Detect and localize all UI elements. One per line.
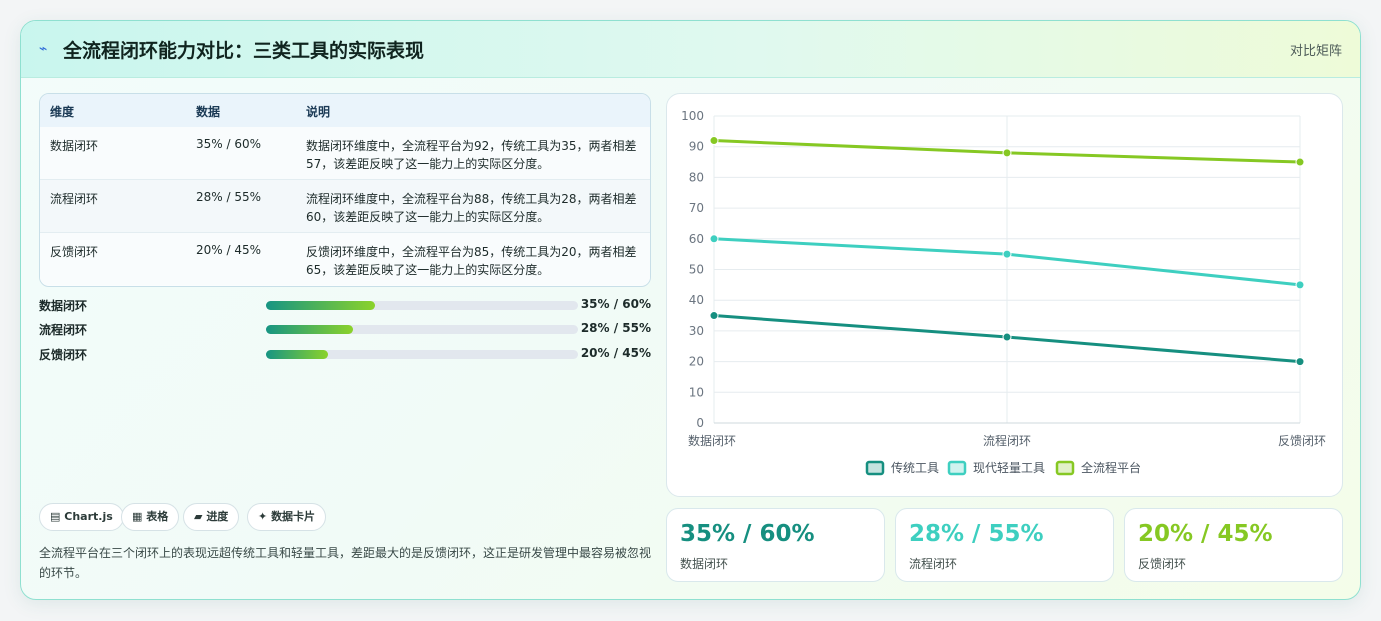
data-point: [709, 311, 719, 321]
kpi-value: 35% / 60%: [680, 521, 815, 547]
kpi-card: 35% / 60% 数据闭环: [666, 508, 885, 582]
kpi-label: 反馈闭环: [1138, 557, 1187, 571]
progress-track: [266, 301, 578, 310]
data-point: [1295, 280, 1305, 290]
progress-value: 35% / 60%: [580, 297, 651, 311]
table-icon: ▦: [132, 510, 143, 523]
progress-fill: [266, 350, 329, 359]
chip-table[interactable]: ▦ 表格: [121, 503, 180, 531]
progress-label: 流程闭环: [39, 323, 88, 337]
comparison-table: 维度 数据 说明 数据闭环 35% / 60% 数据闭环维度中，全流程平台为92…: [39, 93, 651, 287]
progress-track: [266, 325, 578, 334]
table-header-data: 数据: [196, 105, 221, 119]
x-tick-label: 流程闭环: [983, 433, 1031, 448]
legend-label: 传统工具: [891, 460, 939, 475]
card-icon: ✦: [258, 510, 268, 523]
progress-fill: [266, 325, 354, 334]
table-cell-desc: 数据闭环维度中，全流程平台为92，传统工具为35，两者相差57，该差距反映了这一…: [306, 139, 637, 171]
kpi-card: 28% / 55% 流程闭环: [895, 508, 1114, 582]
summary-text: 全流程平台在三个闭环上的表现远超传统工具和轻量工具，差距最大的是反馈闭环，这正是…: [39, 546, 652, 580]
progress-row: 反馈闭环 20% / 45%: [39, 345, 651, 363]
y-tick-label: 90: [689, 140, 704, 154]
legend-swatch: [1055, 460, 1075, 476]
matrix-tag[interactable]: 对比矩阵: [1290, 40, 1342, 59]
y-tick-label: 20: [689, 355, 704, 369]
y-tick-label: 0: [696, 416, 704, 430]
chip-label: Chart.js: [64, 510, 113, 523]
chip-chartjs[interactable]: ▤ Chart.js: [39, 503, 124, 531]
comparison-card: ⌁ 全流程闭环能力对比：三类工具的实际表现 对比矩阵 维度 数据 说明 数据闭环…: [20, 20, 1361, 600]
table-cell-dimension: 流程闭环: [50, 192, 99, 206]
kpi-label: 数据闭环: [680, 557, 729, 571]
kpi-value: 20% / 45%: [1138, 521, 1273, 547]
data-point: [709, 136, 719, 146]
table-cell-desc: 反馈闭环维度中，全流程平台为85，传统工具为20，两者相差65，该差距反映了这一…: [306, 245, 637, 277]
data-point: [1002, 332, 1012, 342]
x-tick-label: 数据闭环: [688, 433, 736, 448]
progress-value: 20% / 45%: [580, 346, 651, 360]
y-tick-label: 100: [681, 109, 704, 123]
legend-swatch: [865, 460, 885, 476]
y-tick-label: 70: [689, 201, 704, 215]
chip-label: 数据卡片: [271, 510, 316, 523]
x-tick-label: 反馈闭环: [1278, 434, 1326, 448]
card-header: ⌁ 全流程闭环能力对比：三类工具的实际表现 对比矩阵: [21, 21, 1360, 78]
page-title: 全流程闭环能力对比：三类工具的实际表现: [63, 40, 425, 62]
table-row: 反馈闭环 20% / 45% 反馈闭环维度中，全流程平台为85，传统工具为20，…: [40, 233, 650, 285]
table-row: 流程闭环 28% / 55% 流程闭环维度中，全流程平台为88，传统工具为28，…: [40, 180, 650, 233]
chip-data-card[interactable]: ✦ 数据卡片: [247, 503, 327, 531]
progress-fill: [266, 301, 376, 310]
table-header-row: 维度 数据 说明: [40, 94, 650, 128]
y-tick-label: 30: [689, 324, 704, 338]
y-tick-label: 10: [689, 385, 704, 399]
table-row: 数据闭环 35% / 60% 数据闭环维度中，全流程平台为92，传统工具为35，…: [40, 127, 650, 180]
chart-icon: ▤: [50, 510, 61, 523]
table-cell-desc: 流程闭环维度中，全流程平台为88，传统工具为28，两者相差60，该差距反映了这一…: [306, 192, 637, 224]
progress-label: 反馈闭环: [39, 348, 88, 362]
legend-label: 全流程平台: [1081, 460, 1141, 475]
table-cell-dimension: 数据闭环: [50, 139, 99, 153]
table-header-desc: 说明: [306, 105, 331, 119]
line-chart: 0 10 20 30 40 50 60 70 80 90 100 数据闭环 流程闭环 反馈闭环传统工具 现代…: [681, 109, 1326, 476]
chip-label: 进度: [206, 510, 229, 523]
data-point: [1002, 148, 1012, 158]
progress-label: 数据闭环: [39, 299, 88, 313]
table-cell-dimension: 反馈闭环: [50, 245, 99, 259]
line-chart-panel: 0 10 20 30 40 50 60 70 80 90 100 数据闭环 流程闭环 反馈闭环传统工具 现代…: [666, 93, 1343, 497]
kpi-value: 28% / 55%: [909, 521, 1044, 547]
table-header-dimension: 维度: [50, 105, 75, 119]
data-point: [1295, 357, 1305, 367]
legend-label: 现代轻量工具: [973, 461, 1045, 475]
legend-swatch: [947, 460, 967, 476]
data-point: [1002, 249, 1012, 259]
y-tick-label: 80: [689, 170, 704, 184]
chip-label: 表格: [146, 510, 169, 523]
progress-icon: ▰: [194, 510, 203, 523]
progress-row: 数据闭环 35% / 60%: [39, 296, 651, 314]
y-tick-label: 40: [689, 293, 704, 307]
chip-progress[interactable]: ▰ 进度: [183, 503, 240, 531]
kpi-label: 流程闭环: [909, 557, 958, 571]
table-cell-data: 28% / 55%: [196, 190, 262, 204]
spark-icon: ⌁: [39, 41, 48, 57]
kpi-card: 20% / 45% 反馈闭环: [1124, 508, 1343, 582]
y-tick-label: 60: [689, 232, 704, 246]
progress-track: [266, 350, 578, 359]
progress-value: 28% / 55%: [580, 321, 651, 335]
table-cell-data: 35% / 60%: [196, 137, 262, 151]
data-point: [1295, 157, 1305, 167]
table-cell-data: 20% / 45%: [196, 243, 262, 257]
data-point: [709, 234, 719, 244]
y-tick-label: 50: [689, 263, 704, 277]
progress-row: 流程闭环 28% / 55%: [39, 320, 651, 338]
